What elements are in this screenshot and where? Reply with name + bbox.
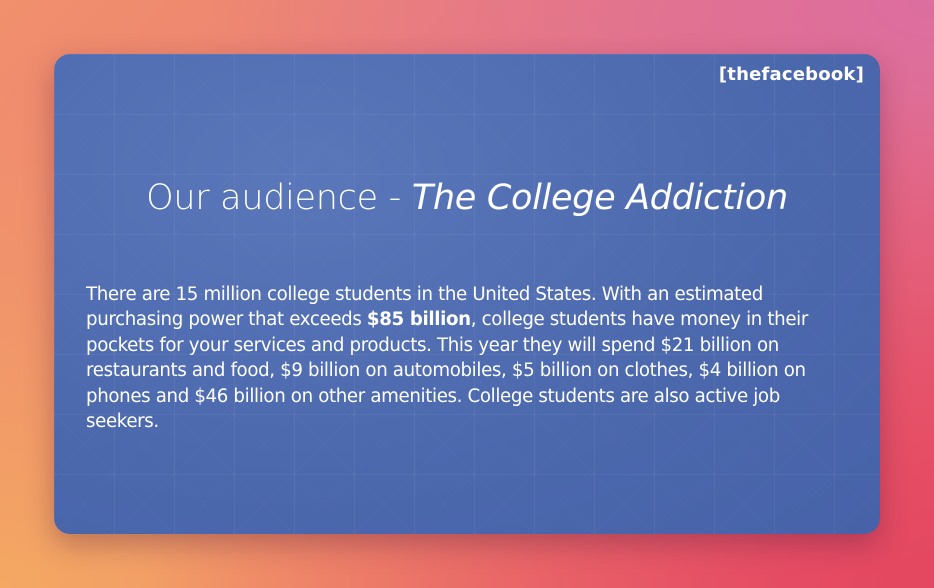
title-plain: Our audience -: [146, 178, 412, 218]
thefacebook-logo: [thefacebook]: [718, 64, 864, 85]
slide-card: [thefacebook] Our audience - The College…: [54, 54, 880, 534]
body-highlight: $85 billion: [366, 309, 471, 331]
slide-title: Our audience - The College Addiction: [54, 178, 880, 218]
slide-body-text: There are 15 million college students in…: [86, 282, 856, 434]
title-italic: The College Addiction: [411, 178, 788, 218]
